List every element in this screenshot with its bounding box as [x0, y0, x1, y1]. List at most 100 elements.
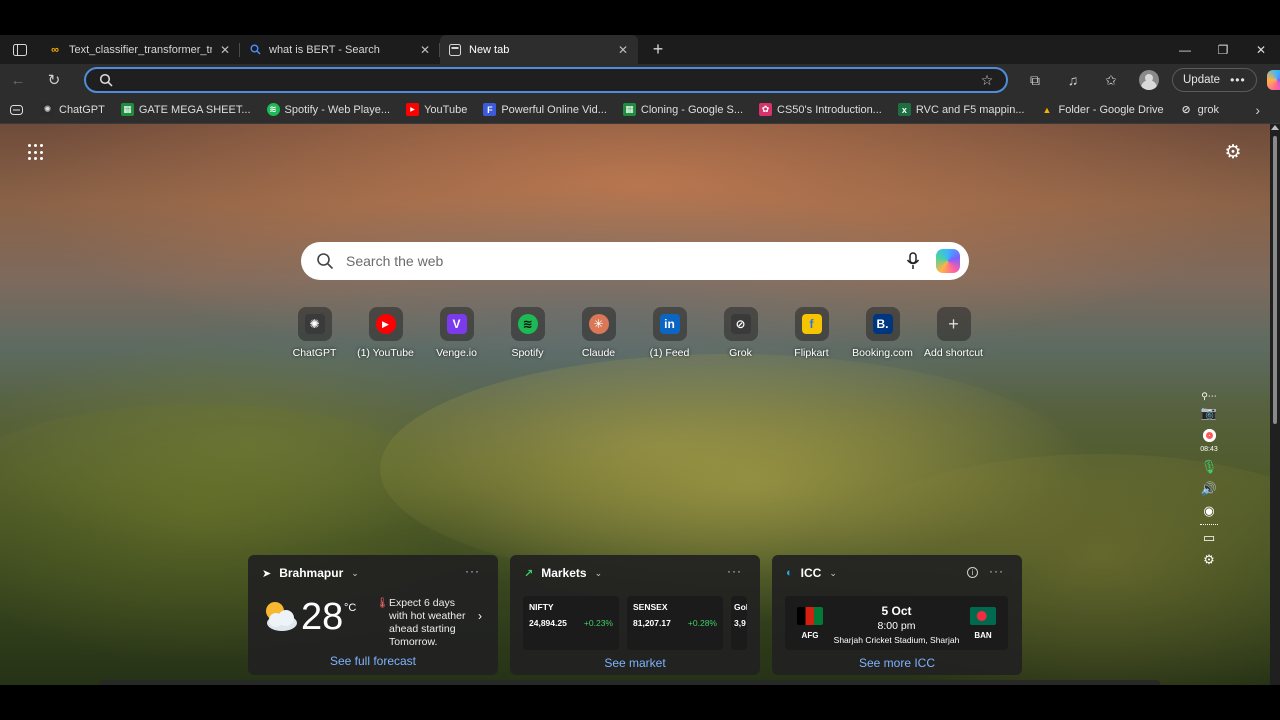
- address-bar[interactable]: ☆: [84, 67, 1008, 93]
- shortcut-tile[interactable]: B.: [865, 307, 900, 341]
- bookmark-youtube[interactable]: ▶ YouTube: [398, 96, 475, 124]
- youtube-icon: ▶: [406, 103, 420, 116]
- bookmarks-menu-button[interactable]: [0, 96, 33, 124]
- tab-bing-search[interactable]: what is BERT - Search ✕: [240, 35, 440, 64]
- shortcut-tile[interactable]: ⊘: [723, 307, 758, 341]
- media-button[interactable]: ♫: [1054, 64, 1092, 96]
- bookmark-chatgpt[interactable]: ✺ ChatGPT: [33, 96, 113, 124]
- extensions-button[interactable]: ⧉: [1016, 64, 1054, 96]
- shortcut-tile[interactable]: f: [794, 307, 829, 341]
- chevron-right-icon[interactable]: ›: [478, 609, 482, 623]
- tab-colab[interactable]: ∞ Text_classifier_transformer_trainin ✕: [40, 35, 240, 64]
- bookmark-gate-mega-sheet[interactable]: ▦ GATE MEGA SHEET...: [113, 96, 259, 124]
- weather-card[interactable]: ➤ Brahmapur ⌄ ··· 28 °C 🌡 Expect 6 days …: [248, 555, 498, 675]
- shortcut-youtube[interactable]: ▶ (1) YouTube: [350, 307, 421, 359]
- address-input[interactable]: [121, 72, 974, 88]
- copilot-icon[interactable]: [936, 249, 960, 273]
- weather-location[interactable]: ➤ Brahmapur ⌄: [262, 566, 359, 580]
- scrollbar-thumb[interactable]: [1273, 136, 1277, 424]
- shortcut-booking[interactable]: B. Booking.com: [847, 307, 918, 359]
- back-button[interactable]: ←: [0, 64, 36, 96]
- more-icon[interactable]: ···: [465, 564, 480, 578]
- shortcut-tile[interactable]: ✺: [297, 307, 332, 341]
- microphone-icon[interactable]: 🎙: [1201, 456, 1218, 478]
- shortcut-tile[interactable]: V: [439, 307, 474, 341]
- see-forecast-link[interactable]: See full forecast: [248, 654, 498, 668]
- new-tab-button[interactable]: +: [644, 35, 672, 64]
- markets-card[interactable]: ↗ Markets ⌄ ··· NIFTY 24,894.25 +0.23% SE…: [510, 555, 760, 675]
- close-icon[interactable]: ✕: [418, 43, 432, 57]
- temperature: 28: [301, 596, 344, 638]
- update-button[interactable]: Update •••: [1172, 68, 1257, 92]
- restore-button[interactable]: ❐: [1204, 35, 1242, 64]
- scroll-up-arrow-icon[interactable]: [1271, 125, 1279, 130]
- market-tile-nifty[interactable]: NIFTY 24,894.25 +0.23%: [523, 596, 619, 650]
- close-icon[interactable]: ✕: [616, 43, 630, 57]
- bookmarks-bar: ✺ ChatGPT ▦ GATE MEGA SHEET... ≋ Spotify - …: [0, 96, 1280, 124]
- info-icon[interactable]: i: [967, 567, 978, 578]
- shortcut-grok[interactable]: ⊘ Grok: [705, 307, 776, 359]
- shortcut-claude[interactable]: ✳ Claude: [563, 307, 634, 359]
- shortcut-tile[interactable]: ▶: [368, 307, 403, 341]
- bookmark-cloning-sheet[interactable]: ▦ Cloning - Google S...: [615, 96, 751, 124]
- partly-cloudy-icon: [266, 602, 297, 631]
- shortcut-label: Venge.io: [436, 347, 477, 359]
- shortcut-flipkart[interactable]: f Flipkart: [776, 307, 847, 359]
- apps-launcher-icon[interactable]: [28, 144, 45, 161]
- more-icon[interactable]: ···: [989, 564, 1004, 578]
- screen-icon[interactable]: ▭: [1203, 527, 1215, 549]
- tab-new-tab[interactable]: New tab ✕: [440, 35, 638, 64]
- settings-gear-icon[interactable]: ⚙: [1203, 549, 1215, 571]
- bookmark-google-drive[interactable]: ▲ Folder - Google Drive: [1033, 96, 1172, 124]
- bookmark-online-video[interactable]: F Powerful Online Vid...: [475, 96, 615, 124]
- toolbar-handle-icon[interactable]: ⚲⋯: [1201, 390, 1217, 402]
- bookmark-spotify[interactable]: ≋ Spotify - Web Playe...: [259, 96, 399, 124]
- page-scrollbar[interactable]: [1270, 124, 1280, 685]
- match-tile[interactable]: AFG 5 Oct 8:00 pm Sharjah Cricket Stadiu…: [785, 596, 1008, 650]
- speaker-icon[interactable]: 🔊: [1201, 478, 1217, 500]
- favorites-button[interactable]: ✩: [1092, 64, 1130, 96]
- camera-icon[interactable]: 📷: [1201, 402, 1217, 424]
- search-icon: [99, 73, 113, 87]
- market-tile-gold[interactable]: Gol 3,9: [731, 596, 747, 650]
- minimize-button[interactable]: —: [1166, 35, 1204, 64]
- profile-button[interactable]: [1130, 64, 1168, 96]
- bookmark-label: grok: [1197, 103, 1220, 116]
- shortcut-chatgpt[interactable]: ✺ ChatGPT: [279, 307, 350, 359]
- shortcut-linkedin[interactable]: in (1) Feed: [634, 307, 705, 359]
- refresh-button[interactable]: ↻: [36, 64, 72, 96]
- web-search-box[interactable]: [301, 242, 969, 280]
- thermometer-icon: 🌡: [376, 598, 389, 609]
- shortcut-tile[interactable]: ✳: [581, 307, 616, 341]
- bookmarks-overflow-button[interactable]: ›: [1255, 96, 1260, 124]
- see-more-icc-link[interactable]: See more ICC: [772, 656, 1022, 670]
- more-icon[interactable]: •••: [1230, 73, 1246, 87]
- bookmark-rvc-f5[interactable]: x RVC and F5 mappin...: [890, 96, 1033, 124]
- sheets-icon: ▦: [120, 103, 134, 116]
- markets-header[interactable]: ↗ Markets ⌄: [524, 566, 602, 580]
- favorite-star-icon[interactable]: ☆: [974, 72, 1000, 89]
- record-icon[interactable]: [1202, 424, 1216, 446]
- icc-header[interactable]: ◐ ICC ⌄: [786, 566, 837, 580]
- bookmark-label: Spotify - Web Playe...: [284, 103, 391, 116]
- shortcut-spotify[interactable]: ≋ Spotify: [492, 307, 563, 359]
- market-tile-sensex[interactable]: SENSEX 81,207.17 +0.28%: [627, 596, 723, 650]
- copilot-icon[interactable]: [1266, 70, 1280, 90]
- microphone-icon[interactable]: [902, 250, 924, 272]
- shortcut-tile[interactable]: in: [652, 307, 687, 341]
- icc-card[interactable]: ◐ ICC ⌄ i ··· AFG 5 Oct 8:00 pm Sharjah …: [772, 555, 1022, 675]
- close-icon[interactable]: ✕: [218, 43, 232, 57]
- tab-actions-button[interactable]: [0, 35, 40, 64]
- more-icon[interactable]: ···: [727, 564, 742, 578]
- bookmark-grok[interactable]: ⊘ grok: [1172, 96, 1227, 124]
- bookmark-cs50[interactable]: ✿ CS50's Introduction...: [751, 96, 890, 124]
- shortcut-tile[interactable]: +: [936, 307, 971, 341]
- webcam-off-icon[interactable]: ◉: [1203, 500, 1214, 522]
- page-settings-gear-icon[interactable]: ⚙: [1222, 141, 1244, 163]
- see-market-link[interactable]: See market: [510, 656, 760, 670]
- web-search-input[interactable]: [346, 253, 902, 269]
- shortcut-venge[interactable]: V Venge.io: [421, 307, 492, 359]
- shortcut-tile[interactable]: ≋: [510, 307, 545, 341]
- close-window-button[interactable]: ✕: [1242, 35, 1280, 64]
- shortcut-plus[interactable]: + Add shortcut: [918, 307, 989, 359]
